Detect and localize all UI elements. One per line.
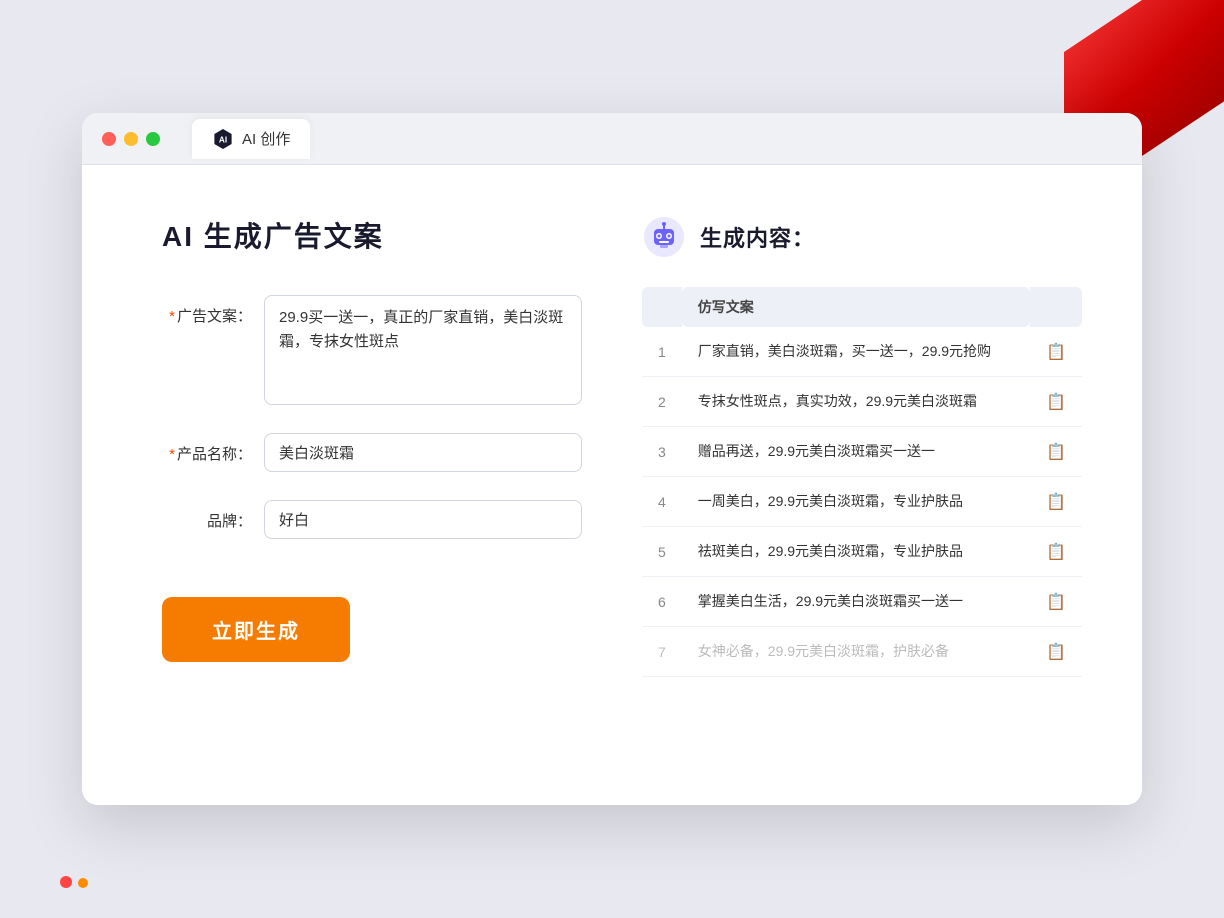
result-header: 生成内容： (642, 215, 1082, 259)
row-number: 7 (642, 627, 682, 677)
results-table: 仿写文案 1厂家直销，美白淡斑霜，买一送一，29.9元抢购📋2专抹女性斑点，真实… (642, 287, 1082, 677)
row-text: 掌握美白生活，29.9元美白淡斑霜买一送一 (682, 577, 1030, 627)
main-window: AI AI 创作 AI 生成广告文案 *广告文案： 29.9买一送一，真正的厂家… (82, 113, 1142, 805)
copy-icon[interactable]: 📋 (1030, 427, 1082, 477)
row-number: 2 (642, 377, 682, 427)
row-text: 赠品再送，29.9元美白淡斑霜买一送一 (682, 427, 1030, 477)
robot-icon (642, 215, 686, 259)
product-name-required: * (169, 446, 175, 463)
table-row: 7女神必备，29.9元美白淡斑霜，护肤必备📋 (642, 627, 1082, 677)
product-name-label: *产品名称： (162, 433, 252, 464)
generate-button[interactable]: 立即生成 (162, 597, 350, 662)
ad-copy-input[interactable]: 29.9买一送一，真正的厂家直销，美白淡斑霜，专抹女性斑点 (264, 295, 582, 405)
table-row: 4一周美白，29.9元美白淡斑霜，专业护肤品📋 (642, 477, 1082, 527)
result-title: 生成内容： (700, 221, 815, 253)
table-row: 1厂家直销，美白淡斑霜，买一送一，29.9元抢购📋 (642, 327, 1082, 377)
ai-tab-icon: AI (212, 128, 234, 150)
row-text: 专抹女性斑点，真实功效，29.9元美白淡斑霜 (682, 377, 1030, 427)
brand-label: 品牌： (162, 500, 252, 531)
product-name-input[interactable] (264, 433, 582, 472)
row-number: 5 (642, 527, 682, 577)
minimize-button[interactable] (124, 132, 138, 146)
copy-icon[interactable]: 📋 (1030, 377, 1082, 427)
table-header-label: 仿写文案 (682, 287, 1030, 327)
title-bar: AI AI 创作 (82, 113, 1142, 165)
row-text: 女神必备，29.9元美白淡斑霜，护肤必备 (682, 627, 1030, 677)
dot-orange (78, 878, 88, 888)
ad-copy-label: *广告文案： (162, 295, 252, 326)
maximize-button[interactable] (146, 132, 160, 146)
copy-icon[interactable]: 📋 (1030, 577, 1082, 627)
right-panel: 生成内容： 仿写文案 1厂家直销，美白淡斑霜，买一送一，29.9元抢购📋2专抹女… (642, 215, 1082, 755)
row-text: 厂家直销，美白淡斑霜，买一送一，29.9元抢购 (682, 327, 1030, 377)
tab-label: AI 创作 (242, 128, 290, 149)
table-row: 6掌握美白生活，29.9元美白淡斑霜买一送一📋 (642, 577, 1082, 627)
bg-decoration-bottom (60, 876, 88, 888)
table-row: 3赠品再送，29.9元美白淡斑霜买一送一📋 (642, 427, 1082, 477)
ad-copy-group: *广告文案： 29.9买一送一，真正的厂家直销，美白淡斑霜，专抹女性斑点 (162, 295, 582, 405)
row-number: 6 (642, 577, 682, 627)
svg-text:AI: AI (219, 135, 227, 144)
brand-group: 品牌： (162, 500, 582, 539)
table-header-row: 仿写文案 (642, 287, 1082, 327)
row-number: 1 (642, 327, 682, 377)
copy-icon[interactable]: 📋 (1030, 327, 1082, 377)
window-controls (102, 132, 160, 146)
copy-icon[interactable]: 📋 (1030, 477, 1082, 527)
copy-icon[interactable]: 📋 (1030, 627, 1082, 677)
product-name-group: *产品名称： (162, 433, 582, 472)
row-number: 4 (642, 477, 682, 527)
page-title: AI 生成广告文案 (162, 215, 582, 255)
row-number: 3 (642, 427, 682, 477)
ai-tab[interactable]: AI AI 创作 (192, 119, 310, 159)
ad-copy-required: * (169, 308, 175, 325)
brand-input[interactable] (264, 500, 582, 539)
close-button[interactable] (102, 132, 116, 146)
table-row: 2专抹女性斑点，真实功效，29.9元美白淡斑霜📋 (642, 377, 1082, 427)
table-row: 5祛斑美白，29.9元美白淡斑霜，专业护肤品📋 (642, 527, 1082, 577)
row-text: 祛斑美白，29.9元美白淡斑霜，专业护肤品 (682, 527, 1030, 577)
row-text: 一周美白，29.9元美白淡斑霜，专业护肤品 (682, 477, 1030, 527)
dot-red (60, 876, 72, 888)
content-area: AI 生成广告文案 *广告文案： 29.9买一送一，真正的厂家直销，美白淡斑霜，… (82, 165, 1142, 805)
copy-icon[interactable]: 📋 (1030, 527, 1082, 577)
left-panel: AI 生成广告文案 *广告文案： 29.9买一送一，真正的厂家直销，美白淡斑霜，… (162, 215, 582, 755)
